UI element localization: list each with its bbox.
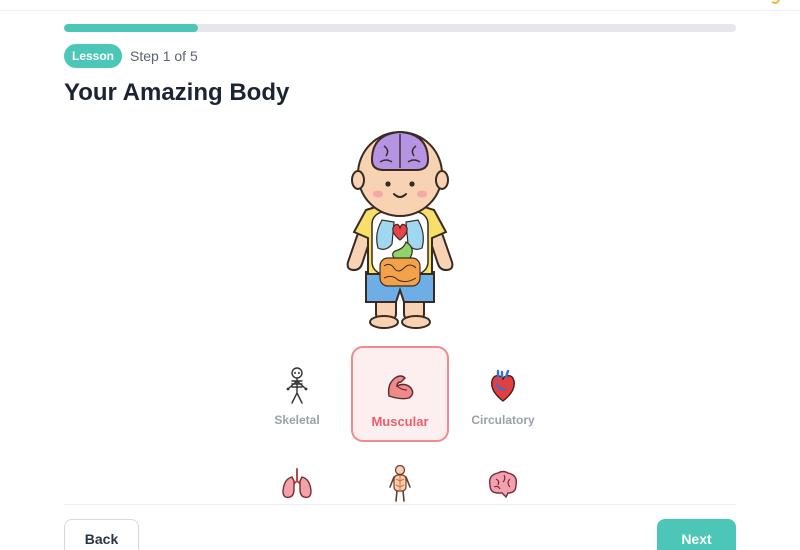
corner-indicator-icon: [770, 0, 780, 4]
footer-nav: Back Next: [64, 504, 736, 550]
back-button[interactable]: Back: [64, 519, 139, 550]
next-button[interactable]: Next: [657, 519, 736, 550]
system-label: Circulatory: [471, 413, 535, 427]
lungs-icon: [280, 464, 314, 504]
system-tile-circulatory[interactable]: Circulatory: [454, 348, 552, 444]
brain-icon: [486, 464, 520, 504]
progress-fill: [64, 24, 199, 32]
step-indicator: Step 1 of 5: [130, 48, 198, 64]
page-title: Your Amazing Body: [64, 79, 290, 106]
progress-bar: [64, 24, 736, 32]
body-illustration: [320, 124, 480, 334]
muscle-icon: [383, 366, 417, 406]
top-strip: [0, 0, 800, 11]
lesson-meta: Lesson Step 1 of 5: [64, 44, 198, 68]
heart-icon: [486, 366, 520, 406]
skeleton-icon: [280, 366, 314, 406]
lesson-badge: Lesson: [64, 44, 123, 68]
system-label: Skeletal: [274, 413, 320, 427]
system-label: Muscular: [371, 414, 429, 429]
system-tile-skeletal[interactable]: Skeletal: [248, 348, 346, 444]
system-tile-muscular[interactable]: Muscular: [351, 346, 449, 442]
nervous-system-icon: [383, 464, 417, 504]
